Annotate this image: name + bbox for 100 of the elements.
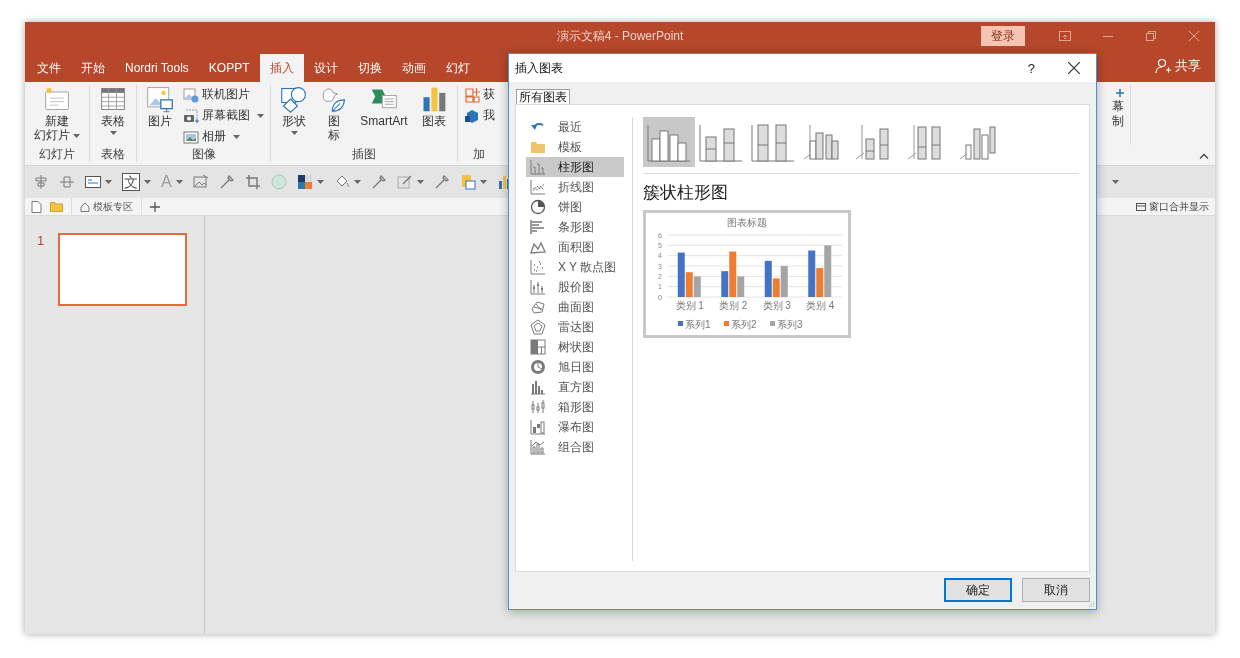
eyedropper-icon[interactable]: [370, 174, 387, 190]
caret-icon[interactable]: [144, 180, 151, 184]
ribbon-button[interactable]: 图片: [141, 85, 180, 128]
chart-type-item[interactable]: X Y 散点图: [526, 257, 624, 277]
ribbon-tab[interactable]: 切换: [347, 54, 392, 82]
chart-type-item[interactable]: 雷达图: [526, 317, 624, 337]
merge-windows-button[interactable]: 窗口合并显示: [1136, 199, 1209, 214]
slide-thumbnail[interactable]: [58, 233, 187, 306]
ribbon-button[interactable]: 形状: [275, 85, 314, 135]
align-icon[interactable]: [33, 174, 49, 190]
chart-type-item[interactable]: 模板: [526, 137, 624, 157]
caret-icon[interactable]: [105, 180, 112, 184]
ribbon-button[interactable]: 屏幕截图: [181, 106, 267, 125]
caret-icon: [109, 131, 117, 135]
ribbon-button[interactable]: 获: [461, 85, 497, 104]
ribbon-tab[interactable]: 开始: [71, 54, 115, 82]
pen-icon[interactable]: [396, 174, 413, 190]
ribbon-tab[interactable]: 插入: [259, 54, 304, 82]
chart-type-item[interactable]: 直方图: [526, 377, 624, 397]
chart-type-item[interactable]: 面积图: [526, 237, 624, 257]
chart-type-item[interactable]: 股价图: [526, 277, 624, 297]
ribbon-display-icon[interactable]: [1058, 31, 1071, 41]
new-file-icon[interactable]: [31, 200, 42, 213]
ribbon-button[interactable]: 我: [461, 106, 497, 125]
ribbon-tab[interactable]: 文件: [27, 54, 71, 82]
histogram-icon: [530, 379, 546, 395]
ribbon-tab[interactable]: 动画: [391, 54, 436, 82]
window-icon: [1136, 202, 1146, 211]
pie-chart-icon: [530, 199, 546, 215]
caret-icon[interactable]: [479, 180, 487, 184]
text-direction-button[interactable]: 文: [122, 173, 140, 191]
paste-icon[interactable]: [459, 174, 476, 190]
grid-plus-icon: [463, 86, 480, 103]
distribute-icon[interactable]: [59, 174, 75, 190]
chart-type-item[interactable]: 折线图: [526, 177, 624, 197]
restore-icon[interactable]: [1145, 31, 1156, 41]
column-chart-icon: [530, 159, 546, 175]
help-button[interactable]: ?: [1027, 60, 1035, 76]
text-box-icon[interactable]: [85, 174, 101, 190]
box-plot-icon: [530, 399, 546, 415]
chart-type-item[interactable]: 曲面图: [526, 297, 624, 317]
percent-stacked-column-icon: [750, 121, 796, 163]
plus-icon[interactable]: [150, 201, 160, 212]
picture-icon[interactable]: [192, 174, 209, 190]
close-icon[interactable]: [1068, 62, 1080, 74]
collapse-ribbon-icon[interactable]: [1199, 153, 1209, 159]
resize-grip-icon[interactable]: [1088, 601, 1094, 607]
chart-type-item[interactable]: 饼图: [526, 197, 624, 217]
caret-icon[interactable]: [353, 180, 361, 184]
ribbon-button[interactable]: 幕 制: [1112, 85, 1124, 129]
legend-swatch: [724, 321, 729, 326]
dialog-button[interactable]: 确定: [944, 578, 1012, 602]
bar-chart-icon: [530, 219, 546, 235]
ribbon-tab[interactable]: KOPPT: [198, 54, 260, 82]
sunburst-icon: [530, 359, 546, 375]
chart-type-item[interactable]: 旭日图: [526, 357, 624, 377]
group-label: 表格: [100, 146, 127, 162]
caret-icon[interactable]: [175, 180, 183, 184]
eyedropper-icon[interactable]: [218, 174, 235, 190]
eyedropper-icon[interactable]: [433, 174, 450, 190]
document-tab[interactable]: 模板专区: [71, 198, 142, 215]
category-label: 类别 4: [806, 300, 835, 311]
plus-icon: [1116, 89, 1124, 97]
legend-swatch: [770, 321, 775, 326]
chart-type-item[interactable]: 条形图: [526, 217, 624, 237]
ribbon-button[interactable]: 表格: [94, 85, 133, 135]
picture-globe-icon: [183, 86, 200, 103]
ribbon-tab[interactable]: Nordri Tools: [115, 54, 199, 82]
share-button[interactable]: 共享: [1155, 57, 1201, 75]
caret-icon[interactable]: [416, 180, 424, 184]
ribbon-tab[interactable]: 设计: [303, 54, 348, 82]
photo-album-icon: [183, 128, 200, 145]
ribbon-button[interactable]: 图 标: [315, 85, 354, 142]
ribbon-button[interactable]: 相册: [181, 127, 267, 146]
chart-type-item[interactable]: 组合图: [526, 437, 624, 457]
ribbon-tab[interactable]: 幻灯: [435, 54, 480, 82]
chart-subtype-title: 簇状柱形图: [643, 182, 729, 204]
caret-icon[interactable]: [316, 180, 324, 184]
chart-subtype-option[interactable]: [643, 117, 695, 167]
scatter-chart-icon: [530, 259, 546, 275]
chart-type-item[interactable]: 最近: [526, 117, 624, 137]
login-button[interactable]: 登录: [981, 26, 1025, 46]
dialog-tab[interactable]: 所有图表: [516, 89, 570, 104]
ribbon-button[interactable]: SmartArt: [355, 85, 413, 128]
legend-label: 系列1: [685, 318, 711, 330]
chart-type-item[interactable]: 柱形图: [526, 157, 624, 177]
chart-type-item[interactable]: 瀑布图: [526, 417, 624, 437]
chart-type-item[interactable]: 树状图: [526, 337, 624, 357]
ribbon-button[interactable]: 新建 幻灯片: [29, 85, 86, 142]
caret-icon[interactable]: [1112, 180, 1119, 184]
ribbon-button[interactable]: 图表: [414, 85, 453, 128]
chart-type-item[interactable]: 箱形图: [526, 397, 624, 417]
crop-icon[interactable]: [244, 174, 261, 190]
color-swatch-icon[interactable]: [296, 174, 313, 190]
group-label: 加: [472, 146, 487, 162]
dialog-button[interactable]: 取消: [1022, 578, 1090, 602]
ribbon-button[interactable]: 联机图片: [181, 85, 267, 104]
folder-icon[interactable]: [50, 201, 63, 212]
picture-icon: [146, 85, 175, 113]
line-chart-icon: [530, 179, 546, 195]
